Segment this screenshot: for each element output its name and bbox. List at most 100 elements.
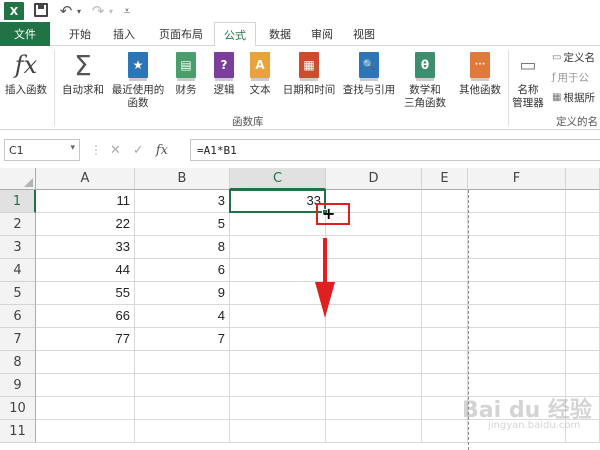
use-in-formula-button[interactable]: ƒ 用于公 <box>552 70 589 85</box>
cell-e5[interactable] <box>422 282 468 305</box>
tab-insert[interactable]: 插入 <box>104 22 144 46</box>
cell-d5[interactable] <box>326 282 422 305</box>
tab-view[interactable]: 视图 <box>346 22 382 46</box>
cell-c11[interactable] <box>230 420 326 443</box>
tab-page-layout[interactable]: 页面布局 <box>150 22 212 46</box>
cell-c5[interactable] <box>230 282 326 305</box>
cell-c4[interactable] <box>230 259 326 282</box>
name-manager-button[interactable]: ▭ 名称 管理器 <box>510 50 546 110</box>
cell-f3[interactable] <box>468 236 566 259</box>
customize-qat-icon[interactable]: ⩡ <box>120 2 134 20</box>
row-header-1[interactable]: 1 <box>0 190 36 213</box>
cell-f6[interactable] <box>468 305 566 328</box>
save-icon[interactable] <box>34 3 48 17</box>
cell-c10[interactable] <box>230 397 326 420</box>
cell-c3[interactable] <box>230 236 326 259</box>
formula-input[interactable]: =A1*B1 <box>190 139 600 161</box>
row-header-10[interactable]: 10 <box>0 397 36 420</box>
cell-d9[interactable] <box>326 374 422 397</box>
row-header-8[interactable]: 8 <box>0 351 36 374</box>
cell-e6[interactable] <box>422 305 468 328</box>
cell-a2[interactable]: 22 <box>36 213 135 236</box>
cell-b7[interactable]: 7 <box>135 328 230 351</box>
column-header-a[interactable]: A <box>36 168 135 190</box>
cell-d6[interactable] <box>326 305 422 328</box>
cell-b4[interactable]: 6 <box>135 259 230 282</box>
cell-c2[interactable] <box>230 213 326 236</box>
cell-c6[interactable] <box>230 305 326 328</box>
tab-data[interactable]: 数据 <box>262 22 298 46</box>
column-header-f[interactable]: F <box>468 168 566 190</box>
row-header-5[interactable]: 5 <box>0 282 36 305</box>
cell-b2[interactable]: 5 <box>135 213 230 236</box>
cell-a5[interactable]: 55 <box>36 282 135 305</box>
row-header-9[interactable]: 9 <box>0 374 36 397</box>
undo-dropdown-icon[interactable]: ▾ <box>74 2 84 20</box>
cell-f8[interactable] <box>468 351 566 374</box>
name-box[interactable]: C1 ▾ <box>4 139 80 161</box>
insert-function-button[interactable]: fx 插入函数 <box>2 50 50 97</box>
cell-d11[interactable] <box>326 420 422 443</box>
row-header-7[interactable]: 7 <box>0 328 36 351</box>
cell-e4[interactable] <box>422 259 468 282</box>
undo-icon[interactable]: ↶ <box>58 2 74 20</box>
cell-f2[interactable] <box>468 213 566 236</box>
cell-f7[interactable] <box>468 328 566 351</box>
cell-f5[interactable] <box>468 282 566 305</box>
recently-used-button[interactable]: ★ 最近使用的 函数 <box>108 50 168 110</box>
cell-a9[interactable] <box>36 374 135 397</box>
cell-b10[interactable] <box>135 397 230 420</box>
cell-e3[interactable] <box>422 236 468 259</box>
cell-a10[interactable] <box>36 397 135 420</box>
name-box-dropdown-icon[interactable]: ▾ <box>70 143 75 153</box>
cell-d3[interactable] <box>326 236 422 259</box>
cell-a7[interactable]: 77 <box>36 328 135 351</box>
redo-dropdown-icon[interactable]: ▾ <box>106 2 116 20</box>
cell-e7[interactable] <box>422 328 468 351</box>
cell-c9[interactable] <box>230 374 326 397</box>
cell-e1[interactable] <box>422 190 468 213</box>
column-header-b[interactable]: B <box>135 168 230 190</box>
insert-function-icon[interactable]: fx <box>156 143 168 158</box>
cancel-icon[interactable]: ✕ <box>110 143 121 158</box>
cell-b6[interactable]: 4 <box>135 305 230 328</box>
cell-a1[interactable]: 11 <box>36 190 135 213</box>
row-header-4[interactable]: 4 <box>0 259 36 282</box>
cell-d10[interactable] <box>326 397 422 420</box>
cell-d4[interactable] <box>326 259 422 282</box>
column-header-c[interactable]: C <box>230 168 326 190</box>
cell-b5[interactable]: 9 <box>135 282 230 305</box>
cell-b9[interactable] <box>135 374 230 397</box>
text-button[interactable]: A 文本 <box>244 50 276 97</box>
tab-file[interactable]: 文件 <box>0 22 50 46</box>
cell-a11[interactable] <box>36 420 135 443</box>
cell-a8[interactable] <box>36 351 135 374</box>
financial-button[interactable]: ▤ 财务 <box>170 50 202 97</box>
cell-c8[interactable] <box>230 351 326 374</box>
more-functions-button[interactable]: ··· 其他函数 <box>454 50 506 97</box>
cell-c7[interactable] <box>230 328 326 351</box>
cell-a6[interactable]: 66 <box>36 305 135 328</box>
row-header-11[interactable]: 11 <box>0 420 36 443</box>
redo-icon[interactable]: ↷ <box>90 2 106 20</box>
logical-button[interactable]: ? 逻辑 <box>208 50 240 97</box>
cell-b3[interactable]: 8 <box>135 236 230 259</box>
define-name-button[interactable]: ▭ 定义名 <box>552 50 595 65</box>
cell-e8[interactable] <box>422 351 468 374</box>
cell-d7[interactable] <box>326 328 422 351</box>
cell-b11[interactable] <box>135 420 230 443</box>
date-time-button[interactable]: ▦ 日期和时间 <box>280 50 338 97</box>
cell-b1[interactable]: 3 <box>135 190 230 213</box>
cell-b8[interactable] <box>135 351 230 374</box>
cell-e2[interactable] <box>422 213 468 236</box>
cell-a4[interactable]: 44 <box>36 259 135 282</box>
cell-d8[interactable] <box>326 351 422 374</box>
create-from-selection-button[interactable]: ▦ 根据所 <box>552 90 595 105</box>
cell-f4[interactable] <box>468 259 566 282</box>
math-trig-button[interactable]: θ 数学和 三角函数 <box>400 50 450 110</box>
lookup-reference-button[interactable]: 🔍 查找与引用 <box>340 50 398 97</box>
tab-home[interactable]: 开始 <box>60 22 100 46</box>
row-header-6[interactable]: 6 <box>0 305 36 328</box>
row-header-3[interactable]: 3 <box>0 236 36 259</box>
column-header-e[interactable]: E <box>422 168 468 190</box>
